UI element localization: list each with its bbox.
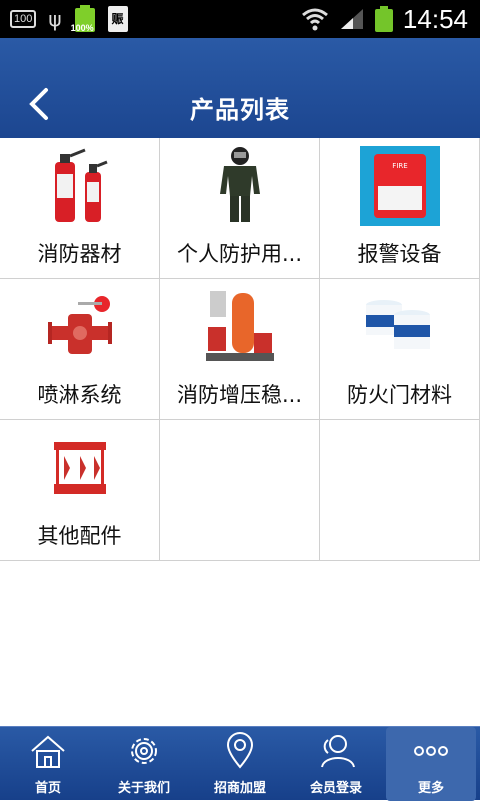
nav-label: 首页 — [34, 781, 61, 796]
alarm-device-icon: FIRE — [350, 146, 450, 226]
wifi-icon — [301, 8, 328, 31]
fire-extinguisher-icon — [30, 146, 130, 226]
gear-icon — [131, 738, 157, 764]
product-item[interactable]: 消防增压稳... — [160, 279, 320, 420]
product-label: 消防器材 — [37, 242, 122, 266]
nav-home[interactable]: 首页 — [0, 727, 96, 801]
product-item[interactable]: 喷淋系统 — [0, 279, 160, 420]
product-label: 消防增压稳... — [176, 383, 303, 407]
nav-label: 招商加盟 — [213, 781, 266, 796]
nav-about[interactable]: 关于我们 — [96, 727, 192, 801]
pressure-pump-icon — [190, 287, 290, 367]
product-label: 喷淋系统 — [37, 383, 122, 407]
nav-more[interactable]: 更多 — [386, 727, 476, 801]
battery-full-icon: 100% — [70, 5, 96, 33]
svg-text:FIRE: FIRE — [392, 162, 407, 170]
nav-login[interactable]: 会员登录 — [288, 727, 384, 801]
status-bar-left: 100 ψ 100% 赈 — [10, 0, 128, 38]
empty-cell — [320, 420, 480, 561]
location-pin-icon — [226, 732, 254, 769]
notification-counter-icon: 100 — [10, 10, 37, 28]
sprinkler-valve-icon — [30, 287, 130, 367]
battery-percent-label: 100% — [70, 23, 94, 33]
nav-label: 更多 — [417, 781, 444, 796]
page-title: 产品列表 — [190, 96, 290, 124]
usb-icon: ψ — [48, 7, 62, 31]
product-item[interactable]: 防火门材料 — [320, 279, 480, 420]
product-label: 其他配件 — [37, 524, 122, 548]
fire-cabinet-icon — [30, 428, 130, 508]
nav-label: 关于我们 — [117, 781, 170, 796]
product-item[interactable]: 消防器材 — [0, 138, 160, 279]
product-item[interactable]: FIRE 报警设备 — [320, 138, 480, 279]
nav-franchise[interactable]: 招商加盟 — [192, 727, 288, 801]
user-icon — [321, 735, 355, 768]
status-bar: 100 ψ 100% 赈 14:54 — [0, 0, 480, 38]
nav-label: 会员登录 — [309, 781, 362, 796]
bottom-nav: 首页 关于我们 招商加盟 会员登录 更多 — [0, 726, 480, 801]
home-icon — [31, 735, 65, 768]
product-label: 防火门材料 — [347, 383, 452, 407]
more-icon — [414, 746, 448, 756]
paint-bucket-icon — [350, 287, 450, 367]
protective-suit-icon — [190, 146, 290, 226]
product-label: 报警设备 — [357, 242, 442, 266]
app-header: 产品列表 — [0, 38, 480, 138]
battery-icon — [374, 6, 393, 32]
clock: 14:54 — [402, 3, 468, 34]
empty-cell — [160, 420, 320, 561]
product-item[interactable]: 其他配件 — [0, 420, 160, 561]
product-label: 个人防护用... — [176, 242, 303, 266]
signal-icon — [340, 9, 363, 29]
status-bar-right: 14:54 — [301, 0, 468, 38]
product-item[interactable]: 个人防护用... — [160, 138, 320, 279]
document-icon: 赈 — [107, 6, 128, 32]
